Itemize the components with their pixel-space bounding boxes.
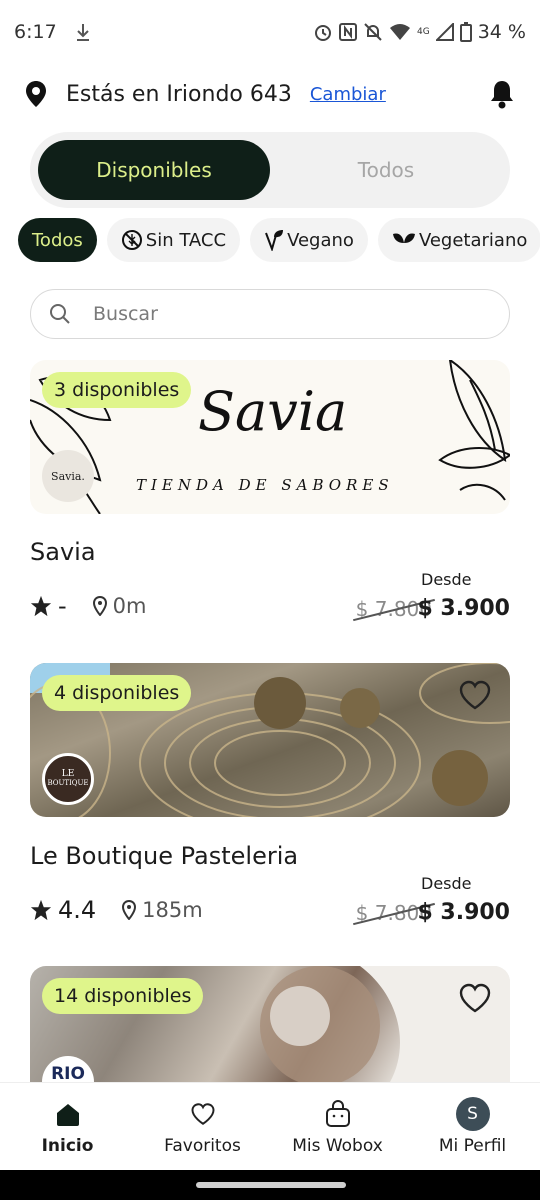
battery-icon: [459, 22, 472, 42]
bag-icon: [325, 1099, 350, 1127]
vegetarian-icon: [392, 231, 416, 249]
battery-level: 34 %: [477, 21, 526, 43]
favorite-heart-icon[interactable]: [458, 982, 492, 1014]
nav-label: Favoritos: [164, 1135, 241, 1156]
store-meta: - 0m: [30, 592, 147, 620]
tab-todos[interactable]: Todos: [270, 140, 502, 200]
network-type: 4G: [417, 27, 430, 37]
search-placeholder: Buscar: [93, 303, 158, 325]
nav-item-mis-wobox[interactable]: Mis Wobox: [270, 1083, 405, 1170]
filter-chip-todos[interactable]: Todos: [18, 218, 97, 262]
store-meta: 4.4 185m: [30, 896, 203, 924]
signal-icon: [435, 23, 454, 41]
gluten-free-icon: [121, 229, 143, 251]
mute-icon: [364, 23, 382, 41]
discounted-price: $ 3.900: [417, 596, 510, 621]
store-rating: 4.4: [58, 896, 97, 924]
tab-disponibles[interactable]: Disponibles: [38, 140, 270, 200]
availability-badge: 14 disponibles: [42, 978, 204, 1014]
store-logo: Savia.: [42, 450, 94, 502]
store-logo-text: BOUTIQUE: [47, 779, 89, 788]
store-name[interactable]: Le Boutique Pasteleria: [30, 842, 298, 870]
status-time: 6:17: [14, 21, 57, 43]
store-card-image[interactable]: 4 disponibles LE BOUTIQUE: [30, 663, 510, 817]
vegan-icon: [264, 229, 284, 251]
availability-badge: 3 disponibles: [42, 372, 192, 408]
distance-pin-icon: [92, 596, 107, 616]
discounted-price: $ 3.900: [417, 900, 510, 925]
filter-chip-vegetariano[interactable]: Vegetariano: [377, 218, 540, 262]
availability-badge: 4 disponibles: [42, 675, 192, 711]
bottom-nav: Inicio Favoritos Mis Wobox S Mi Perfil: [0, 1082, 540, 1170]
search-icon: [50, 304, 70, 324]
filter-chips: Todos Sin TACC Vegano Vegetariano: [18, 218, 540, 264]
location-header: Estás en Iriondo 643 Cambiar: [24, 72, 516, 116]
store-card-image[interactable]: 14 disponibles RIO: [30, 966, 510, 1082]
wifi-icon: [390, 24, 411, 40]
status-icons: 4G 34 %: [313, 21, 526, 43]
nfc-icon: [339, 23, 358, 41]
filter-chip-label: Todos: [32, 229, 83, 251]
star-icon: [30, 595, 52, 617]
banner-subtitle: TIENDA DE SABORES: [136, 476, 394, 494]
filter-chip-label: Vegano: [287, 229, 354, 251]
store-distance: 185m: [142, 898, 203, 922]
current-location: Estás en Iriondo 643: [66, 81, 292, 107]
favorite-heart-icon[interactable]: [458, 679, 492, 711]
distance-pin-icon: [122, 900, 137, 920]
status-bar: 6:17 4G 34 %: [0, 0, 540, 64]
store-logo: LE BOUTIQUE: [42, 753, 94, 805]
alarm-icon: [315, 25, 332, 41]
change-location-link[interactable]: Cambiar: [310, 84, 386, 105]
notifications-bell-icon[interactable]: [488, 79, 516, 109]
filter-chip-label: Sin TACC: [145, 229, 227, 251]
location-pin-icon: [26, 81, 46, 107]
heart-icon: [191, 1102, 214, 1125]
nav-item-favoritos[interactable]: Favoritos: [135, 1083, 270, 1170]
download-icon: [76, 24, 89, 41]
banner-title: Savia: [198, 380, 348, 443]
search-input[interactable]: Buscar: [30, 289, 510, 339]
store-logo-text: RIO: [51, 1064, 85, 1082]
price-label: Desde: [421, 874, 472, 893]
nav-label: Mi Perfil: [438, 1135, 507, 1156]
store-logo-text: Savia.: [51, 469, 85, 483]
home-icon: [56, 1103, 79, 1126]
star-icon: [30, 899, 52, 921]
nav-item-mi-perfil[interactable]: S Mi Perfil: [405, 1083, 540, 1170]
store-card-image[interactable]: Savia TIENDA DE SABORES 3 disponibles Sa…: [30, 360, 510, 514]
store-distance: 0m: [112, 594, 147, 618]
nav-label: Mis Wobox: [292, 1135, 383, 1156]
nav-label: Inicio: [41, 1135, 94, 1156]
avatar: S: [455, 1096, 490, 1131]
filter-chip-vegano[interactable]: Vegano: [250, 218, 368, 262]
store-name[interactable]: Savia: [30, 538, 96, 566]
nav-item-inicio[interactable]: Inicio: [0, 1083, 135, 1170]
system-navigation-bar: [0, 1170, 540, 1200]
availability-tabs: Disponibles Todos: [30, 132, 510, 208]
price-label: Desde: [421, 570, 472, 589]
filter-chip-label: Vegetariano: [418, 229, 528, 251]
filter-chip-sin-tacc[interactable]: Sin TACC: [106, 218, 241, 262]
store-rating: -: [58, 592, 67, 620]
home-gesture-pill[interactable]: [196, 1182, 346, 1188]
